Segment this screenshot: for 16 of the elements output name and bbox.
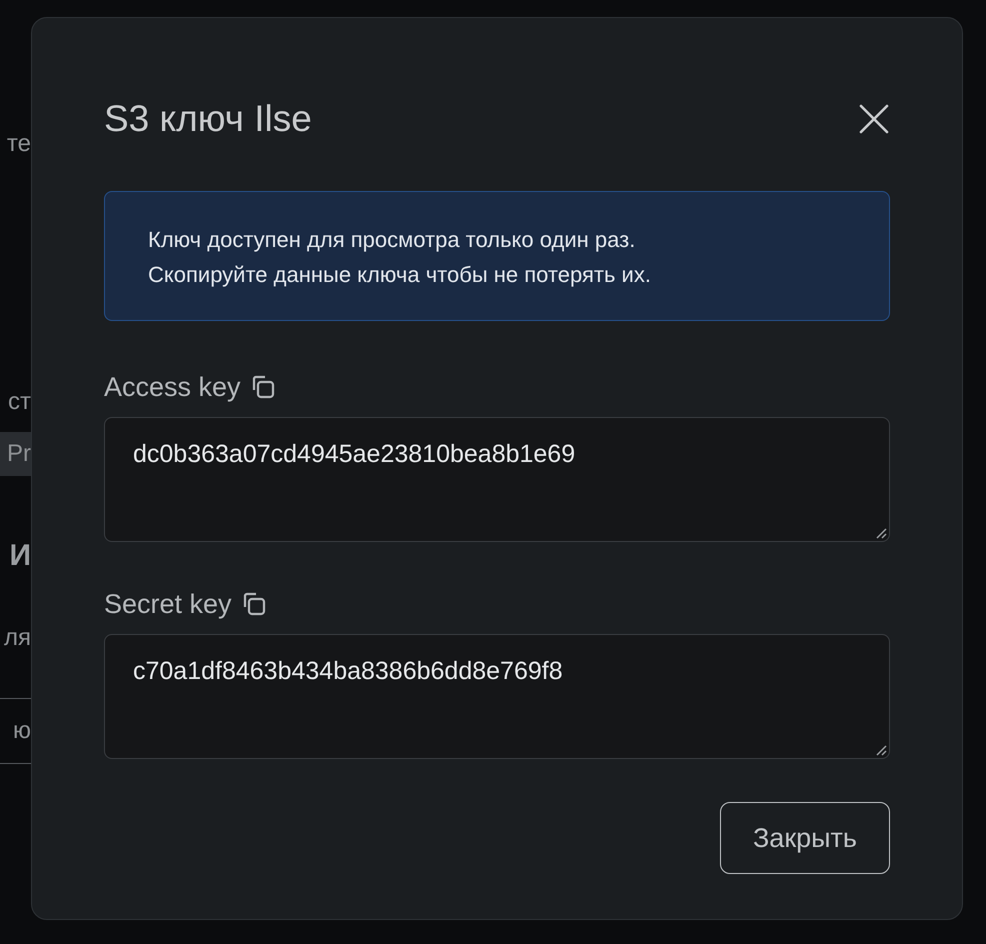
close-icon <box>858 103 890 135</box>
background-text: И <box>9 540 31 572</box>
resize-grip-icon[interactable] <box>875 527 887 539</box>
resize-grip-icon[interactable] <box>875 744 887 756</box>
tag: Pr <box>0 432 31 476</box>
field-label: Access key <box>104 371 241 404</box>
background-text: ст <box>8 387 31 417</box>
background-text: те <box>6 129 31 159</box>
notice-text: Ключ доступен для просмотра только один раз. Скопируйте данные ключа чтобы не потерять их. <box>104 191 890 321</box>
background-text: ля <box>4 623 31 653</box>
close-button[interactable] <box>858 103 890 135</box>
dialog-title: S3 ключ Ilse <box>104 97 312 141</box>
close-dialog-button[interactable]: Закрыть <box>720 802 890 874</box>
key-field[interactable]: dc0b363a07cd4945ae23810bea8b1e69 <box>104 417 890 542</box>
field-label: Secret key <box>104 588 232 621</box>
key-field[interactable]: c70a1df8463b434ba8386b6dd8e769f8 <box>104 634 890 759</box>
